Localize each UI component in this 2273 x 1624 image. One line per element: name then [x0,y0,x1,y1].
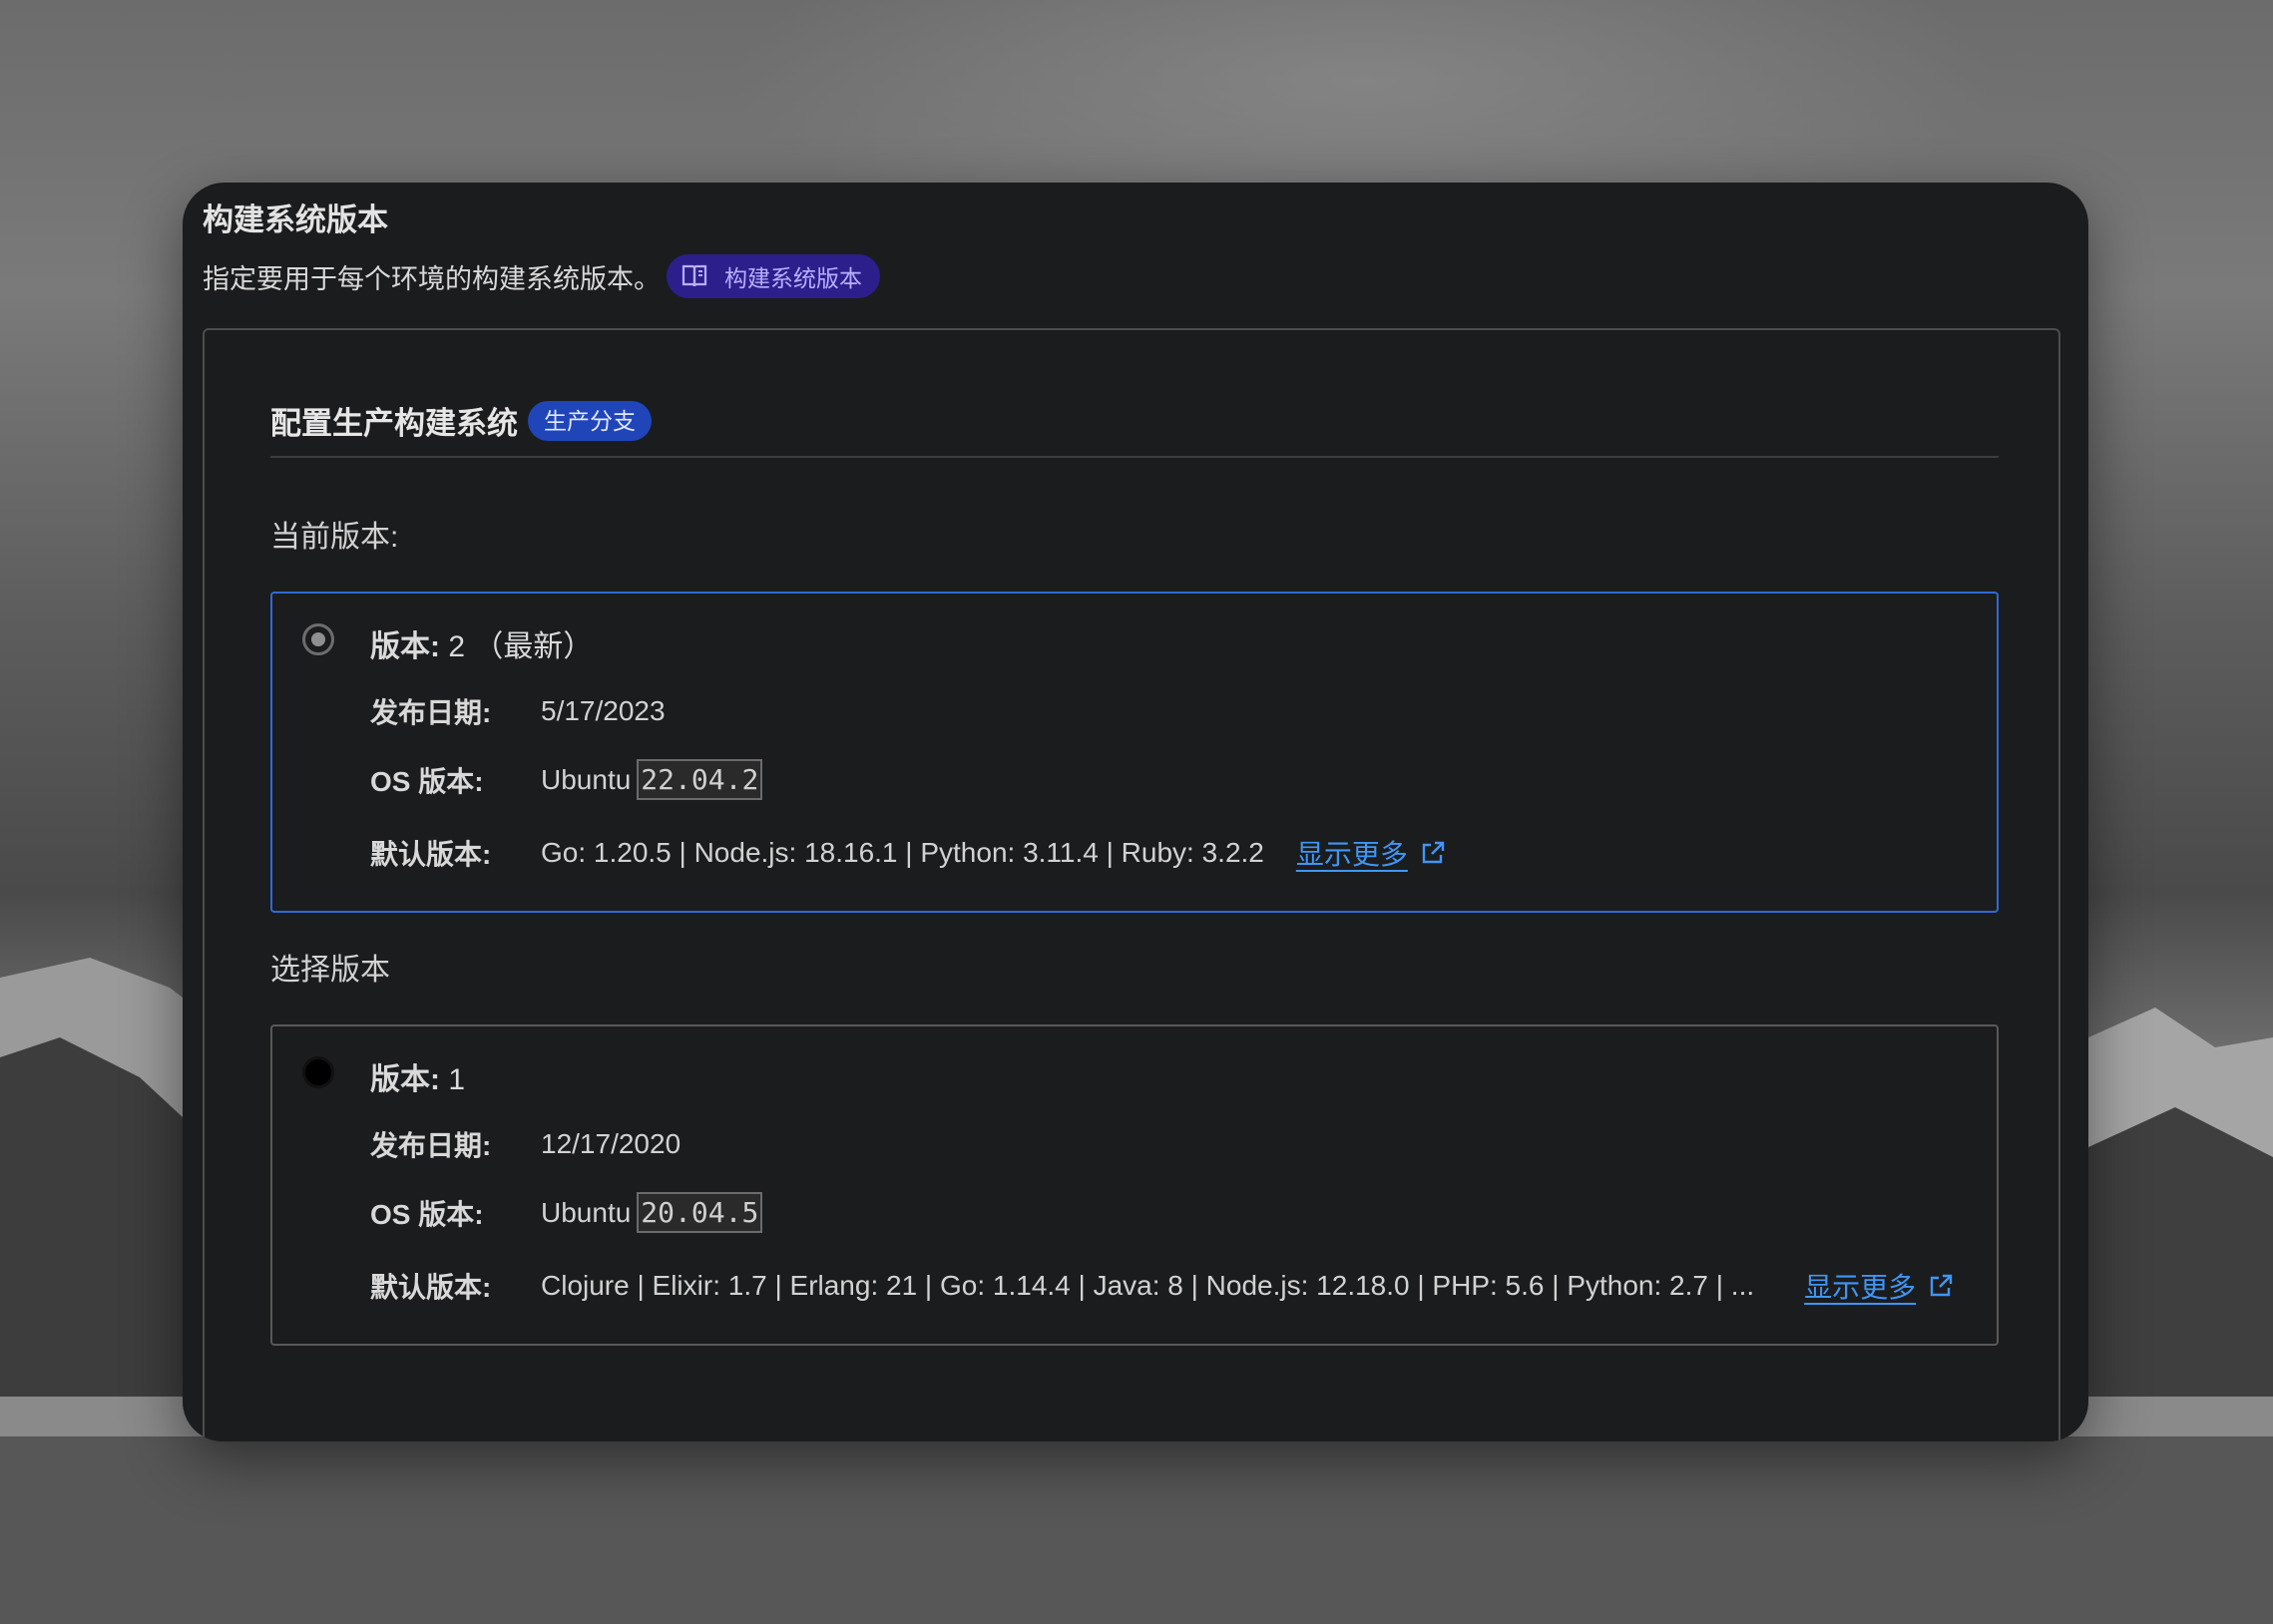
section-title-text: 配置生产构建系统 [270,406,518,441]
release-date-row: 发布日期: 5/17/2023 [370,691,666,731]
os-version-row: OS 版本: Ubuntu 20.04.5 [370,1192,763,1233]
current-version-heading: 当前版本: [270,521,399,554]
os-version-code: 22.04.2 [637,759,763,800]
build-settings-window: 构建系统版本 指定要用于每个环境的构建系统版本。 构建系统版本 配置生产构建系统… [183,183,2088,1441]
build-system-panel: 配置生产构建系统 生产分支 当前版本: 版本: 2 （最新） 发布日期: 5/1… [203,328,2060,1441]
release-date-key: 发布日期: [370,1130,492,1161]
os-version-code: 20.04.5 [637,1192,763,1233]
release-date-value: 12/17/2020 [541,1128,682,1159]
show-more-label: 显示更多 [1295,839,1408,870]
external-link-icon [1422,841,1445,864]
os-name: Ubuntu [541,763,632,795]
page-description: 指定要用于每个环境的构建系统版本。 构建系统版本 [203,254,880,298]
version-1-card[interactable]: 版本: 1 发布日期: 12/17/2020 OS 版本: Ubuntu 20.… [270,1024,1999,1346]
external-link-icon [1930,1274,1953,1297]
default-versions-value: Go: 1.20.5 | Node.js: 18.16.1 | Python: … [541,837,1264,868]
version-line: 版本: 2 （最新） [370,621,593,665]
default-versions-key: 默认版本: [370,1272,492,1303]
book-icon [682,264,707,287]
docs-link-label: 构建系统版本 [724,265,862,291]
release-date-value: 5/17/2023 [541,695,666,726]
version-1-radio[interactable] [302,1056,334,1088]
release-date-key: 发布日期: [370,697,492,728]
version-value: 2 （最新） [448,630,594,663]
description-text: 指定要用于每个环境的构建系统版本。 [203,263,661,294]
default-versions-key: 默认版本: [370,839,492,870]
version-line: 版本: 1 [370,1054,465,1098]
branch-badge: 生产分支 [528,400,652,441]
docs-link-button[interactable]: 构建系统版本 [667,254,880,298]
os-version-key: OS 版本: [370,1198,484,1230]
choose-version-heading: 选择版本 [270,954,390,987]
version-key: 版本: [370,630,440,663]
version-key: 版本: [370,1063,440,1096]
default-versions-value: Clojure | Elixir: 1.7 | Erlang: 21 | Go:… [541,1270,1755,1301]
show-more-link[interactable]: 显示更多 [1804,1266,1954,1306]
version-value: 1 [448,1063,466,1096]
release-date-row: 发布日期: 12/17/2020 [370,1124,681,1164]
version-2-radio[interactable] [302,623,334,655]
current-version-card[interactable]: 版本: 2 （最新） 发布日期: 5/17/2023 OS 版本: Ubuntu… [270,592,1999,913]
os-version-key: OS 版本: [370,765,484,797]
page-title: 构建系统版本 [203,203,388,237]
os-name: Ubuntu [541,1196,632,1228]
default-versions-row: 默认版本: Clojure | Elixir: 1.7 | Erlang: 21… [370,1266,1954,1306]
section-title: 配置生产构建系统 生产分支 [270,398,652,443]
show-more-link[interactable]: 显示更多 [1296,833,1446,873]
os-version-row: OS 版本: Ubuntu 22.04.2 [370,759,763,800]
section-divider [270,456,1999,458]
default-versions-row: 默认版本: Go: 1.20.5 | Node.js: 18.16.1 | Py… [370,833,1446,873]
show-more-label: 显示更多 [1804,1272,1917,1303]
